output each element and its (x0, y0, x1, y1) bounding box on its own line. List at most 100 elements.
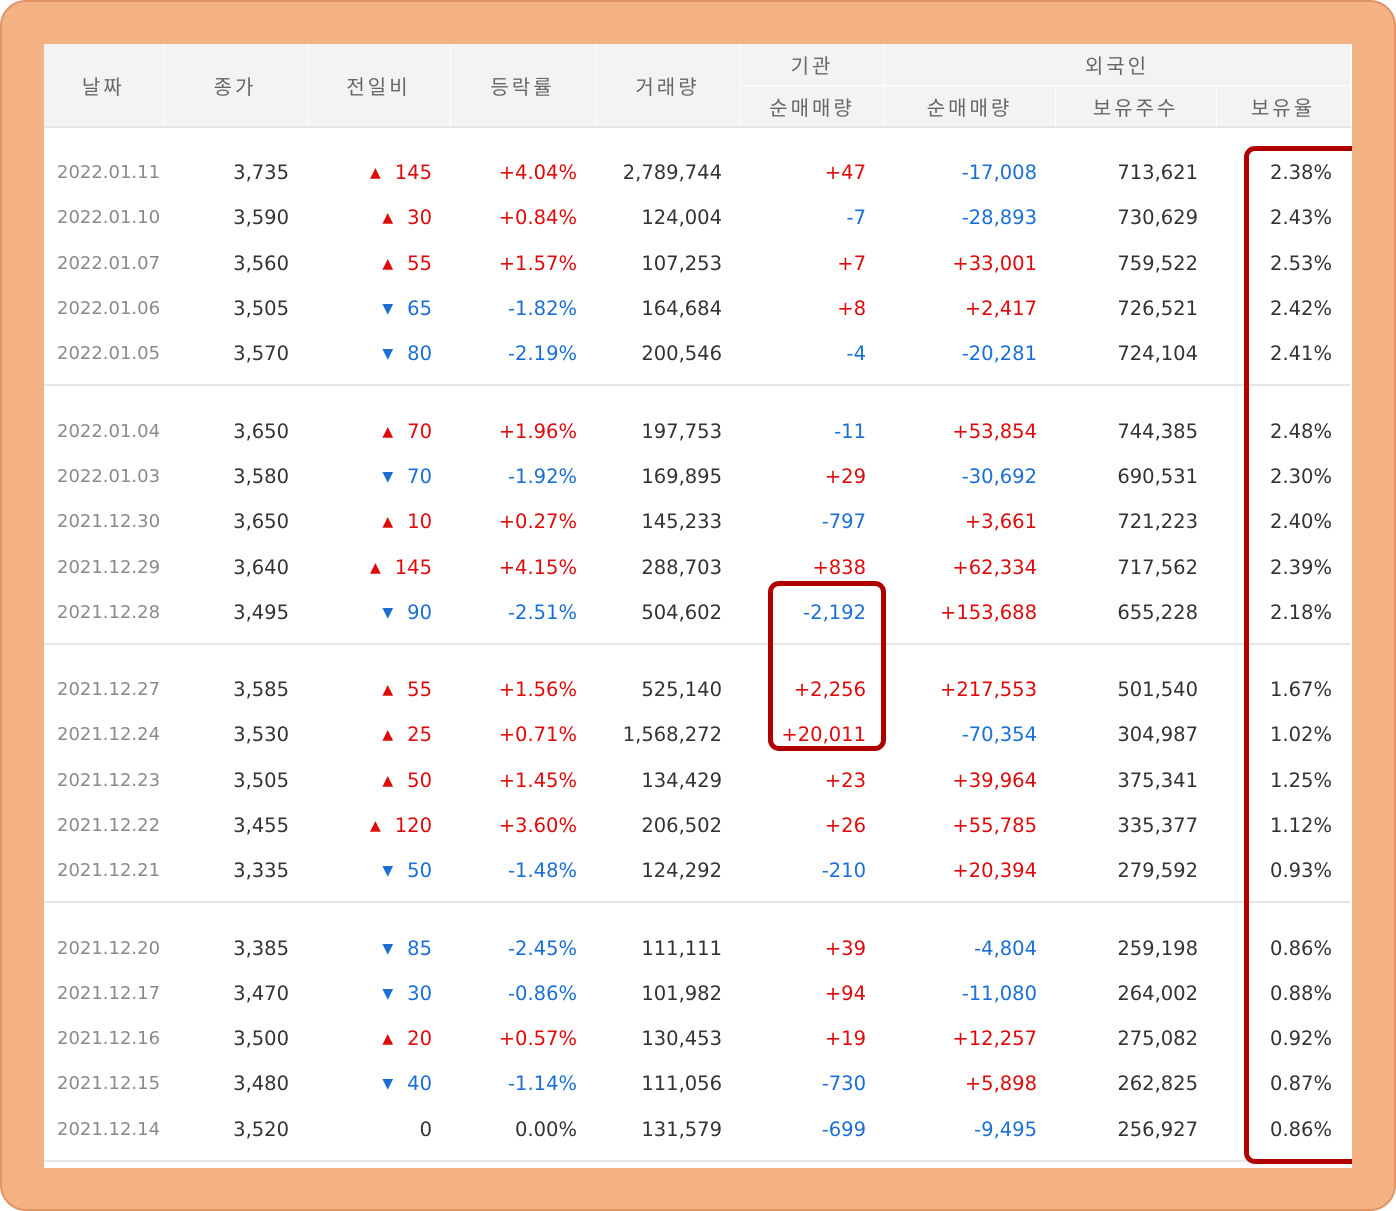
institution-net-cell: +19 (740, 1016, 884, 1061)
close-cell: 3,570 (163, 331, 307, 385)
foreign-ratio-cell-value: 1.12% (1270, 814, 1332, 837)
volume-cell-value: 200,546 (641, 342, 722, 366)
change-cell-value: 145 (394, 161, 432, 185)
rate-cell-value: -2.51% (508, 600, 577, 624)
header-volume: 거래량 (595, 44, 741, 128)
date-cell-value: 2021.12.14 (57, 1118, 161, 1140)
foreign-shares-cell: 264,002 (1055, 971, 1216, 1016)
foreign-net-cell-value: -20,281 (961, 342, 1037, 366)
date-cell: 2021.12.29 (44, 544, 163, 589)
foreign-net-cell-value: +55,785 (952, 814, 1037, 837)
close-cell: 3,455 (163, 803, 307, 848)
up-triangle-icon: ▲ (382, 772, 394, 789)
table-row: 2021.12.28 3,495 ▼ 90 -2.51% 504,602 -2,192 +15… (44, 590, 1350, 644)
date-cell-value: 2021.12.15 (57, 1073, 161, 1095)
volume-cell-value: 130,453 (641, 1027, 722, 1051)
foreign-net-cell: +5,898 (884, 1061, 1055, 1106)
institution-net-cell: -7 (740, 195, 884, 240)
change-cell: ▼ 30 (307, 971, 450, 1016)
rate-cell: -2.51% (450, 590, 595, 644)
change-cell-value: 50 (407, 768, 432, 792)
institution-net-cell: +94 (740, 971, 884, 1016)
institution-net-cell: +39 (740, 902, 884, 970)
header-rate: 등락률 (450, 44, 596, 128)
change-cell: ▲ 55 (307, 644, 450, 712)
table-row: 2021.12.21 3,335 ▼ 50 -1.48% 124,292 -210 +20,3… (44, 848, 1350, 903)
volume-cell: 101,982 (595, 971, 740, 1016)
table-row: 2021.12.16 3,500 ▲ 20 +0.57% 130,453 +19 +12,25… (44, 1016, 1350, 1061)
institution-net-cell: -730 (740, 1061, 884, 1106)
foreign-ratio-cell-value: 2.43% (1270, 206, 1332, 230)
table-row: 2021.12.23 3,505 ▲ 50 +1.45% 134,429 +23 +39,96… (44, 758, 1350, 803)
foreign-shares-cell-value: 759,522 (1117, 251, 1198, 275)
foreign-shares-cell-value: 279,592 (1117, 859, 1198, 883)
foreign-net-cell: -17,008 (884, 127, 1055, 195)
institution-net-cell-value: +20,011 (781, 723, 866, 747)
institution-net-cell: +7 (740, 241, 884, 286)
foreign-shares-cell: 721,223 (1055, 499, 1216, 544)
change-cell-value: 55 (407, 251, 432, 275)
foreign-ratio-cell: 2.41% (1216, 331, 1350, 385)
foreign-ratio-cell: 0.86% (1216, 902, 1350, 970)
change-cell-value: 85 (407, 936, 432, 960)
foreign-shares-cell: 759,522 (1055, 241, 1216, 286)
close-cell: 3,385 (163, 902, 307, 970)
volume-cell: 169,895 (595, 454, 740, 499)
table-row: 2022.01.11 3,735 ▲ 145 +4.04% 2,789,744 +47 -17… (44, 127, 1350, 195)
close-cell-value: 3,495 (233, 600, 289, 624)
foreign-ratio-cell-value: 2.42% (1270, 297, 1332, 321)
foreign-net-cell-value: +12,257 (952, 1027, 1037, 1051)
institution-net-cell-value: -4 (846, 342, 866, 366)
volume-cell: 107,253 (595, 241, 740, 286)
change-cell-value: 20 (407, 1027, 432, 1051)
foreign-ratio-cell-value: 1.25% (1270, 768, 1332, 792)
rate-cell-value: -1.14% (508, 1072, 577, 1096)
rate-cell: -0.86% (450, 971, 595, 1016)
up-triangle-icon: ▲ (382, 1031, 394, 1048)
foreign-ratio-cell: 2.42% (1216, 286, 1350, 331)
rate-cell-value: -2.19% (508, 342, 577, 366)
rate-cell: -2.19% (450, 331, 595, 385)
change-cell: ▲ 50 (307, 758, 450, 803)
close-cell: 3,505 (163, 758, 307, 803)
volume-cell: 111,111 (595, 902, 740, 970)
date-cell: 2021.12.23 (44, 758, 163, 803)
close-cell: 3,560 (163, 241, 307, 286)
up-triangle-icon: ▲ (382, 682, 394, 699)
close-cell-value: 3,560 (233, 251, 289, 275)
volume-cell: 130,453 (595, 1016, 740, 1061)
date-cell-value: 2022.01.05 (57, 343, 161, 365)
foreign-ratio-cell: 0.87% (1216, 1061, 1350, 1106)
rate-cell-value: -0.86% (508, 981, 577, 1005)
foreign-shares-cell: 256,927 (1055, 1107, 1216, 1161)
close-cell: 3,735 (163, 127, 307, 195)
foreign-shares-cell-value: 717,562 (1117, 555, 1198, 579)
foreign-net-cell-value: +20,394 (952, 859, 1037, 883)
close-cell: 3,500 (163, 1016, 307, 1061)
table-row: 2021.12.15 3,480 ▼ 40 -1.14% 111,056 -730 +5,89… (44, 1061, 1350, 1106)
foreign-net-cell-value: +153,688 (940, 600, 1037, 624)
volume-cell: 145,233 (595, 499, 740, 544)
change-cell-value: 30 (407, 206, 432, 230)
foreign-net-cell: -9,495 (884, 1107, 1055, 1161)
foreign-shares-cell: 713,621 (1055, 127, 1216, 195)
volume-cell-value: 197,753 (641, 419, 722, 443)
volume-cell: 206,502 (595, 803, 740, 848)
close-cell-value: 3,570 (233, 342, 289, 366)
foreign-ratio-cell: 2.38% (1216, 127, 1350, 195)
institution-net-cell-value: +29 (824, 464, 866, 488)
volume-cell-value: 504,602 (641, 600, 722, 624)
rate-cell: +3.60% (450, 803, 595, 848)
close-cell-value: 3,585 (233, 678, 289, 702)
table-row: 2021.12.29 3,640 ▲ 145 +4.15% 288,703 +838 +62,… (44, 544, 1350, 589)
institution-net-cell-value: +47 (824, 161, 866, 185)
rate-cell-value: +0.27% (498, 510, 577, 534)
date-cell: 2021.12.24 (44, 712, 163, 757)
foreign-net-cell: +20,394 (884, 848, 1055, 902)
foreign-shares-cell: 259,198 (1055, 902, 1216, 970)
close-cell-value: 3,480 (233, 1072, 289, 1096)
foreign-net-cell: +12,257 (884, 1016, 1055, 1061)
foreign-ratio-cell: 1.12% (1216, 803, 1350, 848)
rate-cell: +0.57% (450, 1016, 595, 1061)
close-cell-value: 3,520 (233, 1117, 289, 1141)
